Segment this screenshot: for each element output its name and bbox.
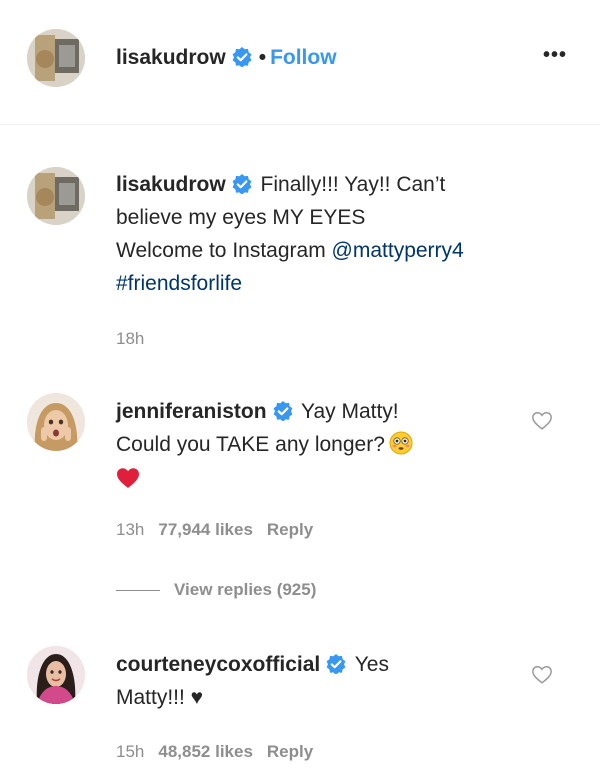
comment-username[interactable]: jenniferaniston — [116, 400, 267, 423]
verified-badge-icon — [326, 654, 346, 674]
follow-button[interactable]: Follow — [270, 46, 337, 69]
comment-meta-courteneycoxofficial: 15h 48,852 likes Reply — [116, 742, 327, 762]
comment-line2: Could you TAKE any longer? — [116, 433, 385, 456]
caption-line3: Welcome to Instagram — [116, 239, 332, 262]
more-options-icon[interactable]: ••• — [543, 44, 567, 67]
comment-line2: Matty!!! ♥ — [116, 686, 204, 709]
like-comment-heart-icon[interactable] — [531, 410, 553, 432]
comment-username[interactable]: courteneycoxofficial — [116, 653, 320, 676]
comment-likes[interactable]: 77,944 likes — [158, 520, 253, 539]
caption-line1: Finally!!! Yay!! Can’t — [260, 173, 446, 196]
comment-meta-jenniferaniston: 13h 77,944 likes Reply — [116, 520, 327, 540]
comment-text-courteneycoxofficial: courteneycoxofficial Yes Matty!!! ♥ — [116, 648, 516, 714]
comment-line1: Yay Matty! — [301, 400, 399, 423]
view-replies[interactable]: View replies (925) — [116, 580, 316, 600]
caption-avatar[interactable] — [27, 167, 85, 225]
verified-badge-icon — [273, 401, 293, 421]
red-heart-emoji-icon — [116, 466, 140, 488]
view-replies-line — [116, 590, 160, 592]
header-divider — [0, 124, 600, 125]
verified-badge-icon — [232, 47, 252, 67]
flushed-face-emoji-icon — [389, 431, 413, 455]
caption-text: lisakudrow Finally!!! Yay!! Can’t believ… — [116, 168, 556, 300]
caption-username[interactable]: lisakudrow — [116, 173, 226, 196]
header-separator: • — [258, 46, 267, 69]
caption-time[interactable]: 18h — [116, 329, 144, 348]
comment-avatar-courteneycoxofficial[interactable] — [27, 646, 85, 704]
comment-text-jenniferaniston: jenniferaniston Yay Matty! Could you TAK… — [116, 395, 516, 496]
caption-line2: believe my eyes MY EYES — [116, 206, 366, 229]
caption-meta: 18h — [116, 329, 158, 349]
comment-avatar-jenniferaniston[interactable] — [27, 393, 85, 451]
comment-likes[interactable]: 48,852 likes — [158, 742, 253, 761]
header-username[interactable]: lisakudrow — [116, 46, 226, 69]
like-comment-heart-icon[interactable] — [531, 664, 553, 686]
verified-badge-icon — [232, 174, 252, 194]
mention-link[interactable]: @mattyperry4 — [332, 239, 464, 262]
comment-line1: Yes — [354, 653, 389, 676]
reply-button[interactable]: Reply — [267, 742, 313, 761]
comment-time[interactable]: 15h — [116, 742, 144, 761]
header-user: lisakudrow • Follow — [116, 46, 337, 70]
reply-button[interactable]: Reply — [267, 520, 313, 539]
header-avatar[interactable] — [27, 29, 85, 87]
comment-time[interactable]: 13h — [116, 520, 144, 539]
view-replies-label[interactable]: View replies (925) — [174, 580, 316, 599]
hashtag-link[interactable]: #friendsforlife — [116, 272, 242, 295]
